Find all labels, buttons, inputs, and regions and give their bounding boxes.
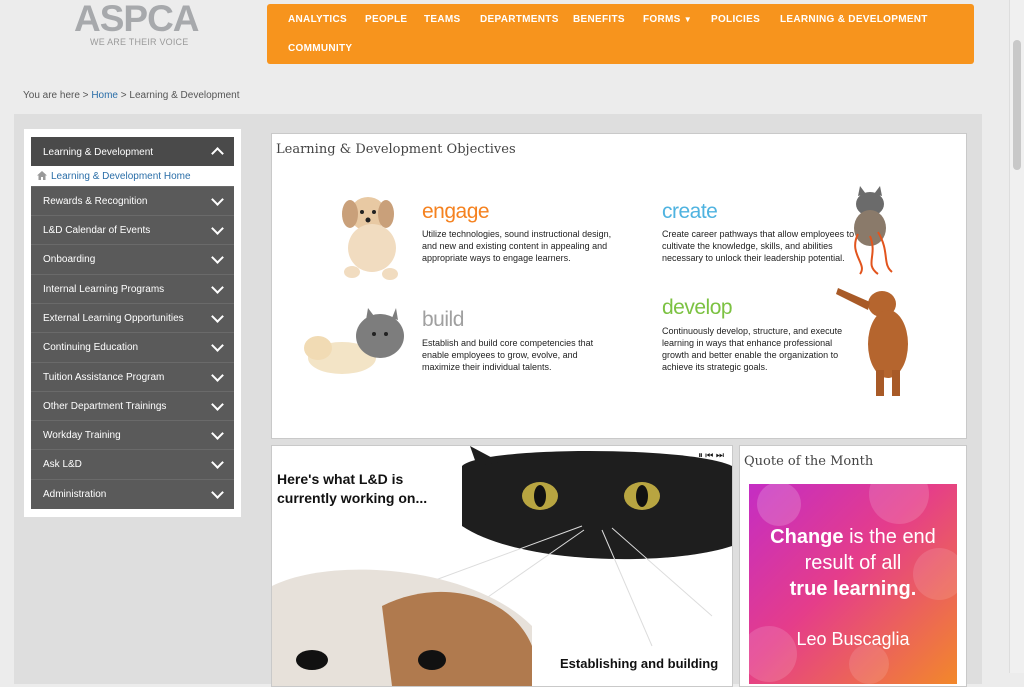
sidebar-item-other-dept-trainings[interactable]: Other Department Trainings [31,391,234,421]
slide-headline: Here's what L&D is currently working on.… [277,471,428,506]
chevron-down-icon [211,310,224,323]
aspca-logo[interactable]: ASPCA WE ARE THEIR VOICE [74,0,200,47]
engage-heading: engage [422,200,490,223]
create-heading: create [662,200,718,223]
sidebar-item-label: Other Department Trainings [43,401,167,412]
sidebar-item-label: Learning & Development Home [51,171,191,182]
sidebar-item-label: Rewards & Recognition [43,196,148,207]
develop-heading: develop [662,296,733,319]
build-heading: build [422,308,464,331]
quote-text: Change is the end result of all true lea… [749,524,957,602]
quote-text-a: Change [770,526,844,548]
sidebar-item-ask-ld[interactable]: Ask L&D [31,449,234,479]
chevron-down-icon [211,427,224,440]
chevron-down-icon [211,486,224,499]
sidebar-item-label: Administration [43,489,107,500]
caret-down-icon: ▼ [683,15,692,24]
sidebar-item-label: External Learning Opportunities [43,313,184,324]
objectives-panel: Learning & Development Objectives engage… [271,133,967,439]
breadcrumb-separator: > [120,90,127,101]
nav-item-policies[interactable]: POLICIES [711,14,760,25]
breadcrumb-home-link[interactable]: Home [91,90,118,101]
sidebar-item-workday-training[interactable]: Workday Training [31,420,234,450]
kitten-image [854,186,893,275]
nav-item-community[interactable]: COMMUNITY [288,43,352,54]
chevron-down-icon [211,193,224,206]
sidebar-item-external-learning[interactable]: External Learning Opportunities [31,303,234,333]
sidebar-item-tuition-assistance[interactable]: Tuition Assistance Program [31,362,234,392]
nav-forms-label: FORMS [643,14,681,25]
sidebar-item-label: Tuition Assistance Program [43,372,165,383]
top-navigation: ANALYTICS PEOPLE TEAMS DEPARTMENTS BENEF… [267,4,974,64]
nav-item-people[interactable]: PEOPLE [365,14,407,25]
sidebar-item-label: Continuing Education [43,342,139,353]
sidebar-item-label: Internal Learning Programs [43,284,165,295]
sidebar-menu: Learning & Development Learning & Develo… [24,129,241,517]
chevron-down-icon [211,222,224,235]
quote-author: Leo Buscaglia [796,629,910,649]
chevron-down-icon [211,251,224,264]
sidebar-item-continuing-education[interactable]: Continuing Education [31,332,234,362]
puppy-image [342,197,398,280]
slider-controls[interactable]: ⏸ ⏮ ⏭ [698,450,724,461]
dog-reaching-image [836,288,908,396]
chevron-down-icon [211,369,224,382]
sidebar-item-onboarding[interactable]: Onboarding [31,244,234,274]
nav-item-analytics[interactable]: ANALYTICS [288,14,347,25]
chevron-down-icon [211,281,224,294]
nav-item-benefits[interactable]: BENEFITS [573,14,625,25]
nav-item-learning-development[interactable]: LEARNING & DEVELOPMENT [780,14,928,25]
chevron-up-icon [211,147,224,160]
quote-title: Quote of the Month [744,454,874,469]
nav-item-teams[interactable]: TEAMS [424,14,461,25]
breadcrumb-current: Learning & Development [129,90,240,101]
sidebar-item-label: Workday Training [43,430,121,441]
puppy-kitten-image [304,308,404,374]
page-scrollbar[interactable] [1009,0,1024,673]
breadcrumb: You are here > Home > Learning & Develop… [23,90,239,101]
chevron-down-icon [211,339,224,352]
sidebar-item-internal-learning[interactable]: Internal Learning Programs [31,274,234,304]
sidebar-header-learning-development[interactable]: Learning & Development [31,137,234,166]
slide-caption: Establishing and building [560,656,719,671]
nav-item-forms[interactable]: FORMS ▼ [643,14,692,25]
slider-controls-label: ⏸ ⏮ ⏭ [698,450,724,460]
home-icon [37,171,47,180]
sidebar-item-rewards-recognition[interactable]: Rewards & Recognition [31,186,234,216]
sidebar-item-label: Ask L&D [43,459,82,470]
quote-image: Change is the end result of all true lea… [749,484,957,684]
quote-text-c: true learning. [789,578,917,600]
sidebar-item-label: Onboarding [43,254,96,265]
sidebar-item-ld-calendar[interactable]: L&D Calendar of Events [31,215,234,245]
create-description: Create career pathways that allow employ… [662,229,855,263]
build-description: Establish and build core competencies th… [422,338,594,372]
nav-item-departments[interactable]: DEPARTMENTS [480,14,559,25]
sidebar-item-list: Rewards & Recognition L&D Calendar of Ev… [31,186,234,509]
logo-wordmark: ASPCA [74,0,200,39]
engage-description: Utilize technologies, sound instructiona… [422,229,612,263]
objectives-title: Learning & Development Objectives [276,142,516,157]
logo-tagline: WE ARE THEIR VOICE [90,37,189,47]
sidebar-header-label: Learning & Development [43,147,154,158]
sidebar-item-administration[interactable]: Administration [31,479,234,509]
slider-panel: ⏸ ⏮ ⏭ Here's what L&D is currently worki… [271,445,733,687]
chevron-down-icon [211,398,224,411]
sidebar-item-ld-home[interactable]: Learning & Development Home [31,166,234,186]
scrollbar-thumb[interactable] [1013,40,1021,170]
sidebar-item-label: L&D Calendar of Events [43,225,151,236]
quote-panel: Quote of the Month Change is the end res… [739,445,967,687]
chevron-down-icon [211,456,224,469]
breadcrumb-prefix: You are here > [23,90,89,101]
